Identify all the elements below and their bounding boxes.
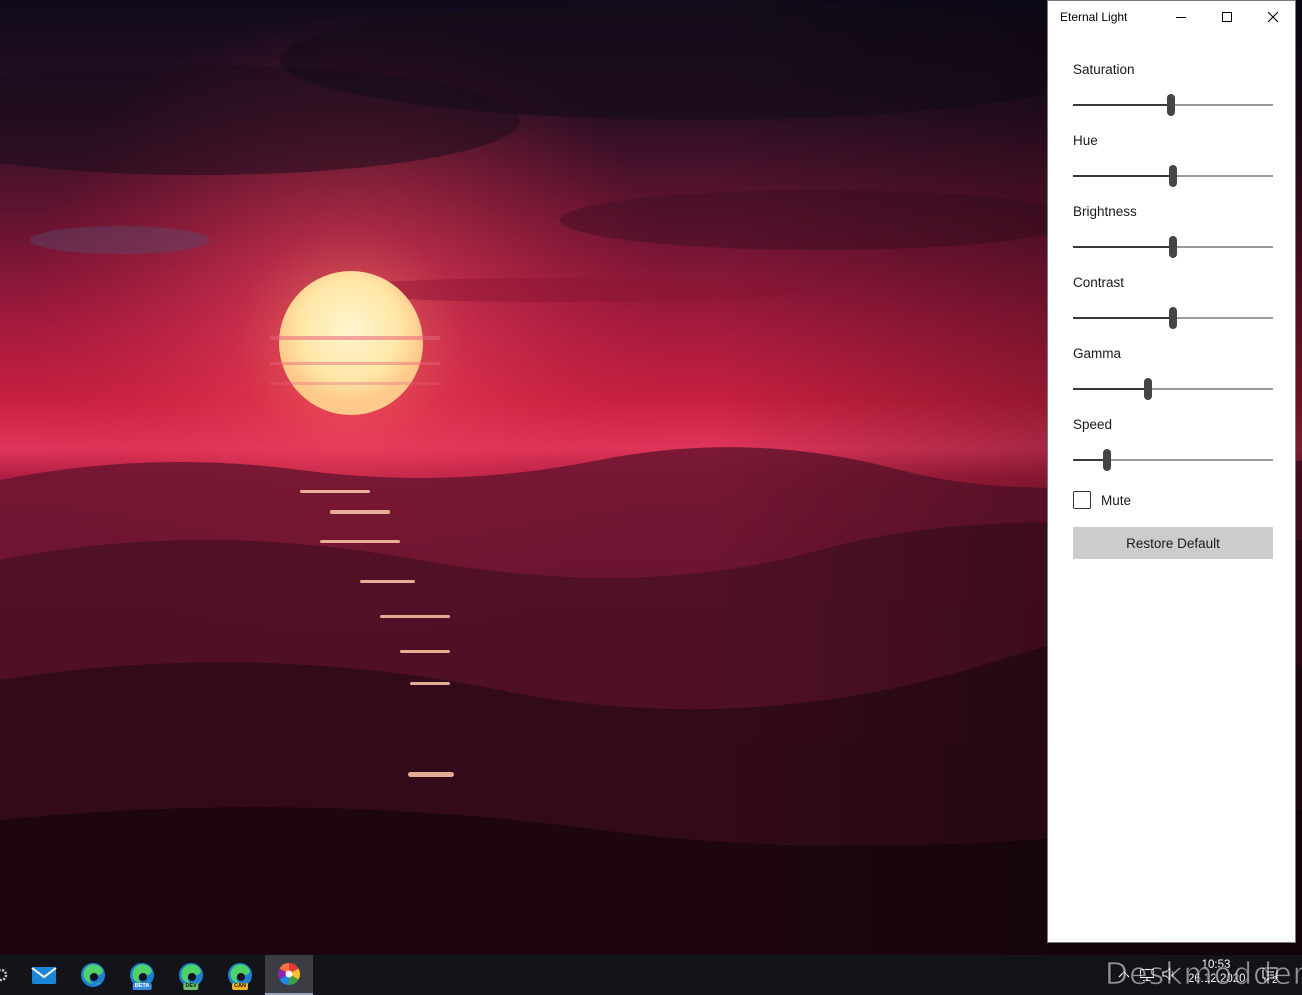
mute-checkbox[interactable] bbox=[1073, 491, 1091, 509]
maximize-button[interactable] bbox=[1204, 1, 1250, 33]
mute-option[interactable]: Mute bbox=[1073, 491, 1131, 509]
watermark: Deskmodder.de bbox=[1104, 957, 1302, 993]
taskbar-eternal-light[interactable] bbox=[265, 955, 313, 995]
brightness-slider[interactable] bbox=[1073, 235, 1273, 259]
speed-slider[interactable] bbox=[1073, 448, 1273, 472]
eternal-light-window: Eternal Light Saturation Hue Brightness bbox=[1047, 0, 1296, 943]
speed-label: Speed bbox=[1073, 417, 1113, 432]
close-icon bbox=[1267, 11, 1279, 23]
taskbar-edge-canary[interactable]: CAN bbox=[216, 955, 264, 995]
minimize-button[interactable] bbox=[1158, 1, 1204, 33]
mute-label: Mute bbox=[1101, 492, 1132, 508]
title-bar[interactable]: Eternal Light bbox=[1048, 1, 1295, 35]
restore-default-button[interactable]: Restore Default bbox=[1073, 527, 1273, 559]
contrast-label: Contrast bbox=[1073, 275, 1125, 290]
brightness-label: Brightness bbox=[1073, 204, 1137, 219]
setting-gamma: Gamma bbox=[1073, 345, 1273, 401]
mail-icon bbox=[31, 967, 57, 984]
brightness-slider-thumb[interactable] bbox=[1169, 236, 1177, 258]
gamma-label: Gamma bbox=[1073, 346, 1122, 361]
taskbar-edge-beta[interactable]: BETA bbox=[118, 955, 166, 995]
saturation-slider[interactable] bbox=[1073, 93, 1273, 117]
setting-hue: Hue bbox=[1073, 132, 1273, 188]
beta-badge: BETA bbox=[132, 983, 152, 990]
gear-icon[interactable] bbox=[0, 967, 8, 983]
saturation-label: Saturation bbox=[1073, 62, 1135, 77]
setting-contrast: Contrast bbox=[1073, 274, 1273, 330]
edge-icon bbox=[81, 963, 105, 987]
setting-brightness: Brightness bbox=[1073, 203, 1273, 259]
window-title: Eternal Light bbox=[1060, 10, 1128, 24]
dev-badge: DEV bbox=[183, 983, 199, 990]
maximize-icon bbox=[1222, 12, 1232, 22]
gamma-slider[interactable] bbox=[1073, 377, 1273, 401]
gamma-slider-thumb[interactable] bbox=[1144, 378, 1152, 400]
close-button[interactable] bbox=[1250, 1, 1296, 33]
contrast-slider[interactable] bbox=[1073, 306, 1273, 330]
hue-label: Hue bbox=[1073, 133, 1098, 148]
saturation-slider-thumb[interactable] bbox=[1167, 94, 1175, 116]
setting-speed: Speed bbox=[1073, 416, 1273, 472]
hue-slider[interactable] bbox=[1073, 164, 1273, 188]
canary-badge: CAN bbox=[232, 983, 248, 990]
taskbar-mail[interactable] bbox=[20, 955, 68, 995]
speed-slider-thumb[interactable] bbox=[1103, 449, 1111, 471]
eternal-light-icon bbox=[278, 963, 300, 985]
minimize-icon bbox=[1176, 17, 1186, 18]
taskbar-edge[interactable] bbox=[69, 955, 117, 995]
hue-slider-thumb[interactable] bbox=[1169, 165, 1177, 187]
setting-saturation: Saturation bbox=[1073, 61, 1273, 117]
contrast-slider-thumb[interactable] bbox=[1169, 307, 1177, 329]
taskbar-edge-dev[interactable]: DEV bbox=[167, 955, 215, 995]
